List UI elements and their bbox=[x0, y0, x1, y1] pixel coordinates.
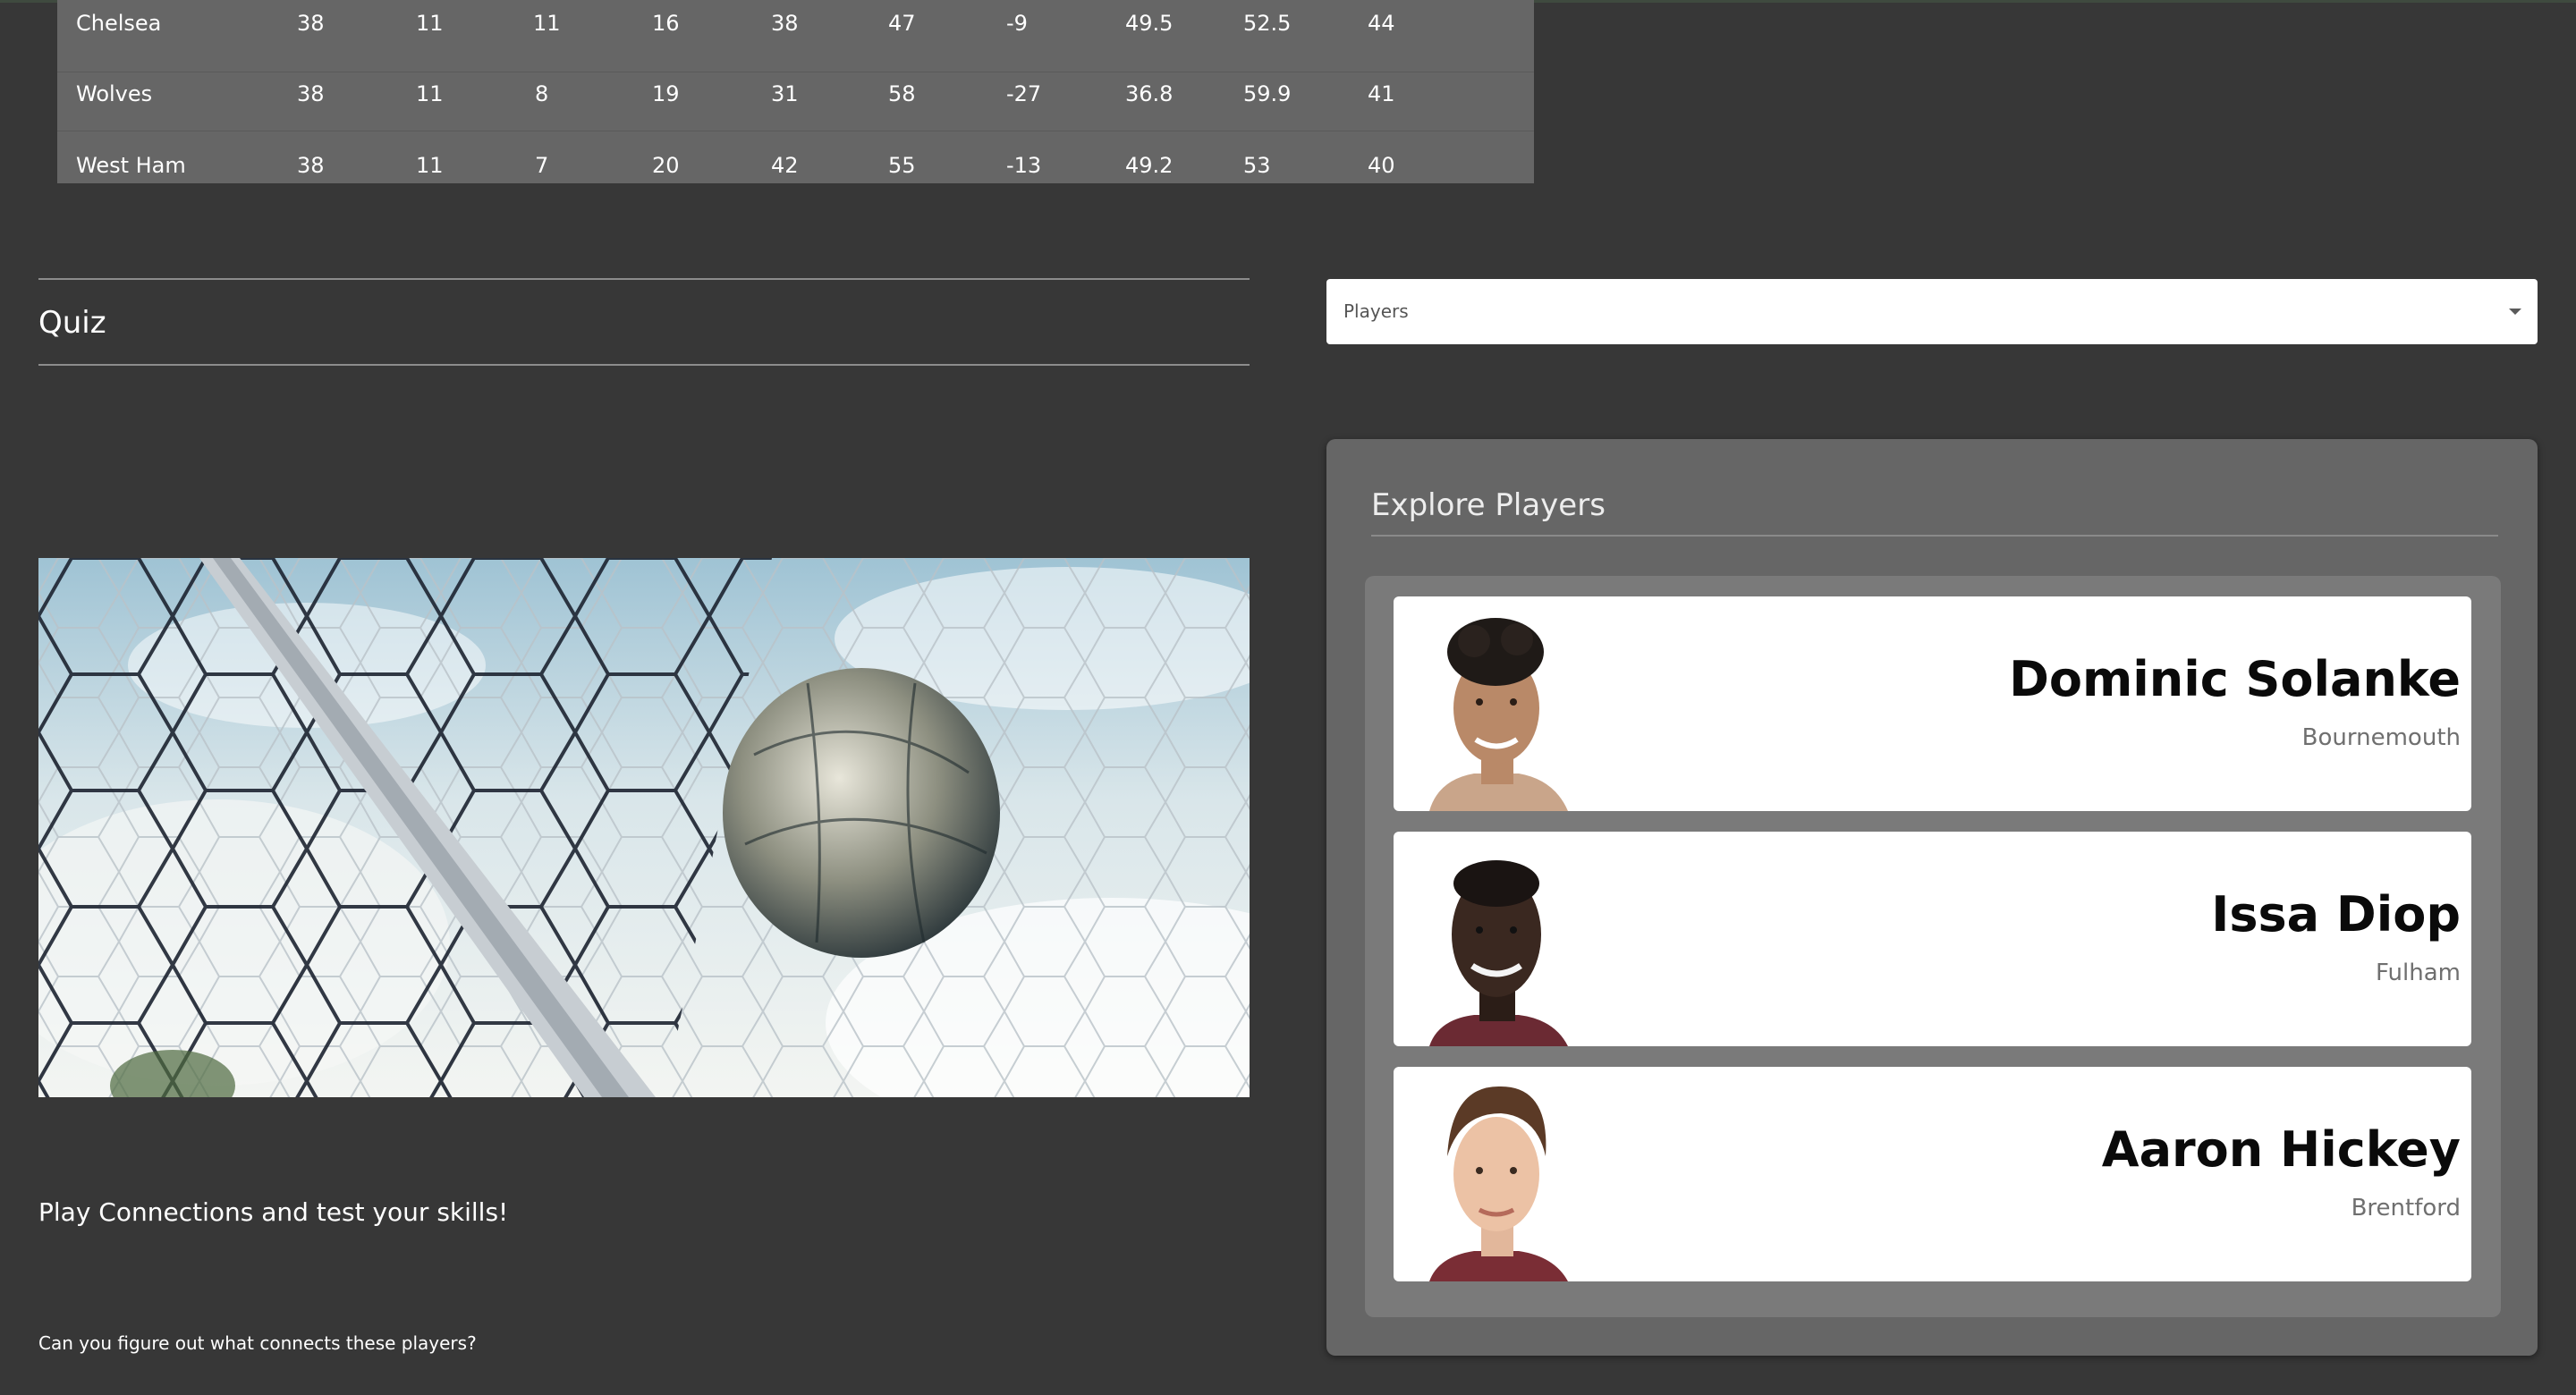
player-name: Issa Diop bbox=[2211, 886, 2461, 943]
player-card[interactable]: Dominic Solanke Bournemouth bbox=[1394, 596, 2471, 811]
quiz-sub-text: Can you figure out what connects these p… bbox=[38, 1332, 477, 1354]
quiz-title: Quiz bbox=[38, 305, 106, 341]
table-cell: 41 bbox=[1368, 81, 1395, 106]
player-card-list: Dominic Solanke Bournemouth Issa Diop Fu… bbox=[1365, 576, 2501, 1317]
category-select[interactable]: Players bbox=[1326, 279, 2538, 344]
table-cell: 44 bbox=[1368, 11, 1395, 36]
football-in-net-image bbox=[38, 558, 1250, 1097]
quiz-hero-image[interactable] bbox=[38, 558, 1250, 1097]
explore-players-panel: Explore Players Dominic Solanke Bournemo… bbox=[1326, 439, 2538, 1356]
player-card[interactable]: Issa Diop Fulham bbox=[1394, 832, 2471, 1046]
table-cell: -13 bbox=[1006, 153, 1042, 178]
table-cell: 49.2 bbox=[1125, 153, 1174, 178]
player-card[interactable]: Aaron Hickey Brentford bbox=[1394, 1067, 2471, 1281]
team-name-cell: Wolves bbox=[76, 81, 153, 106]
table-cell: -27 bbox=[1006, 81, 1042, 106]
player-club: Brentford bbox=[2351, 1195, 2461, 1222]
table-cell: 52.5 bbox=[1243, 11, 1292, 36]
table-cell: 20 bbox=[652, 153, 680, 178]
team-name-cell: West Ham bbox=[76, 153, 186, 178]
table-cell: 38 bbox=[297, 153, 325, 178]
table-row: West Ham 38 11 7 20 42 55 -13 49.2 53 40 bbox=[57, 131, 1534, 183]
table-cell: 40 bbox=[1368, 153, 1395, 178]
table-cell: 11 bbox=[416, 153, 444, 178]
table-cell: 16 bbox=[652, 11, 680, 36]
table-cell: 47 bbox=[888, 11, 916, 36]
table-cell: 58 bbox=[888, 81, 916, 106]
team-name-cell: Chelsea bbox=[76, 11, 162, 36]
player-club: Bournemouth bbox=[2301, 724, 2461, 751]
table-cell: 11 bbox=[533, 11, 561, 36]
table-cell: 8 bbox=[535, 81, 549, 106]
table-cell: 11 bbox=[416, 11, 444, 36]
table-cell: -9 bbox=[1006, 11, 1028, 36]
table-cell: 19 bbox=[652, 81, 680, 106]
player-photo bbox=[1429, 860, 1568, 1046]
table-cell: 49.5 bbox=[1125, 11, 1174, 36]
table-cell: 59.9 bbox=[1243, 81, 1292, 106]
quiz-divider-bottom bbox=[38, 364, 1250, 366]
table-cell: 38 bbox=[297, 11, 325, 36]
player-name: Dominic Solanke bbox=[2009, 651, 2461, 707]
explore-players-divider bbox=[1371, 535, 2498, 537]
quiz-play-text: Play Connections and test your skills! bbox=[38, 1197, 509, 1227]
explore-players-title: Explore Players bbox=[1371, 487, 1606, 523]
category-select-value: Players bbox=[1343, 300, 1409, 322]
table-cell: 38 bbox=[771, 11, 799, 36]
player-club: Fulham bbox=[2376, 960, 2461, 986]
player-name: Aaron Hickey bbox=[2101, 1121, 2461, 1178]
player-photo bbox=[1429, 618, 1568, 811]
table-cell: 36.8 bbox=[1125, 81, 1174, 106]
table-cell: 11 bbox=[416, 81, 444, 106]
table-row: Wolves 38 11 8 19 31 58 -27 36.8 59.9 41 bbox=[57, 59, 1534, 131]
table-cell: 31 bbox=[771, 81, 799, 106]
table-cell: 7 bbox=[535, 153, 549, 178]
football bbox=[723, 668, 1000, 958]
table-cell: 53 bbox=[1243, 153, 1271, 178]
quiz-divider-top bbox=[38, 278, 1250, 280]
league-table: Chelsea 38 11 11 16 38 47 -9 49.5 52.5 4… bbox=[57, 0, 1534, 183]
player-photo bbox=[1429, 1086, 1568, 1281]
table-cell: 42 bbox=[771, 153, 799, 178]
table-cell: 55 bbox=[888, 153, 916, 178]
table-cell: 38 bbox=[297, 81, 325, 106]
caret-down-icon bbox=[2509, 309, 2521, 315]
